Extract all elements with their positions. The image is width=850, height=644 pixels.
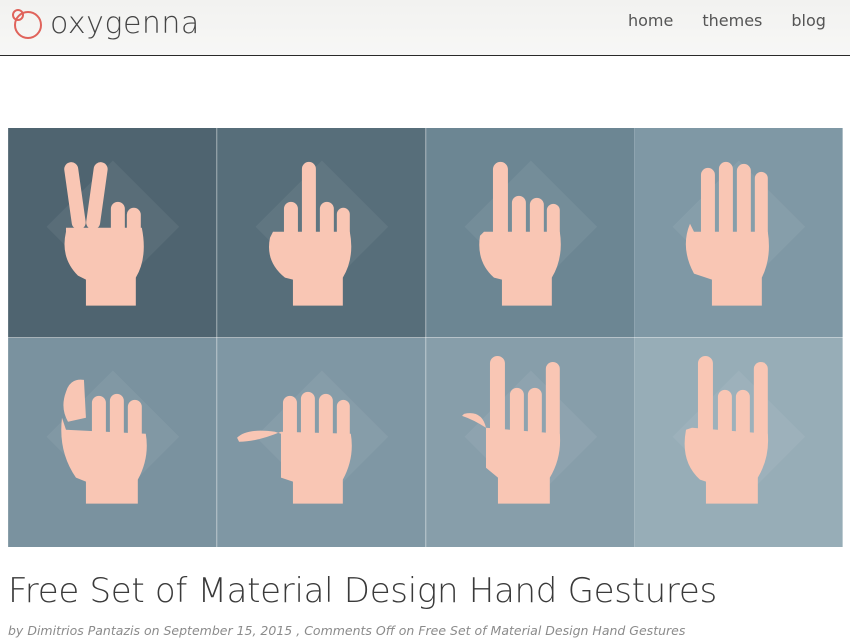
post-date[interactable]: September 15, 2015	[164, 623, 293, 638]
thumb-out-hand-icon	[216, 337, 426, 547]
site-header: oxygenna home themes blog s	[0, 0, 850, 56]
meta-separator: ,	[296, 623, 301, 638]
logo-text: oxygenna	[50, 6, 200, 41]
gesture-tile	[216, 128, 426, 338]
nav-item-themes[interactable]: themes	[702, 10, 762, 32]
main-nav: home themes blog s	[628, 10, 850, 32]
ok-sign-hand-icon	[8, 337, 217, 547]
post-meta: by Dimitrios Pantazis on September 15, 2…	[8, 622, 848, 640]
meta-on-2: on	[398, 623, 415, 638]
nav-item-home[interactable]: home	[628, 10, 673, 32]
gesture-tile	[425, 337, 635, 547]
oxygenna-logo-icon	[12, 9, 42, 39]
nav-item-blog[interactable]: blog	[791, 10, 826, 32]
meta-by: by	[8, 623, 24, 638]
horns-hand-icon	[634, 337, 843, 547]
rock-on-hand-icon	[425, 337, 635, 547]
gesture-tile	[216, 337, 426, 547]
open-palm-hand-icon	[634, 128, 843, 338]
gesture-tile	[425, 128, 635, 338]
meta-on: on	[143, 623, 160, 638]
comments-status: Comments Off	[304, 623, 395, 638]
pointing-up-hand-icon	[425, 128, 635, 338]
gesture-tile	[634, 337, 843, 547]
post-author-link[interactable]: Dimitrios Pantazis	[27, 623, 140, 638]
gesture-tile	[8, 128, 217, 338]
hero-image[interactable]	[8, 128, 843, 547]
gesture-tile	[634, 128, 843, 338]
middle-finger-hand-icon	[216, 128, 426, 338]
gesture-tile	[8, 337, 217, 547]
post-title[interactable]: Free Set of Material Design Hand Gesture…	[8, 567, 838, 615]
site-logo[interactable]: oxygenna	[10, 6, 200, 42]
post-ref: Free Set of Material Design Hand Gesture…	[418, 623, 686, 638]
peace-sign-hand-icon	[8, 128, 217, 338]
